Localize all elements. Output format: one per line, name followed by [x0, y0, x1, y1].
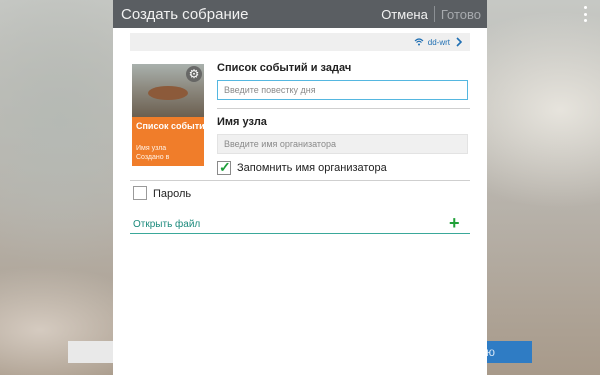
add-file-icon[interactable]: + — [449, 214, 460, 232]
agenda-label: Список событий и задач — [217, 62, 352, 74]
wifi-icon — [414, 38, 424, 46]
gear-icon[interactable]: ⚙ — [186, 66, 202, 82]
overflow-menu-icon[interactable] — [578, 6, 592, 22]
dialog-title: Создать собрание — [121, 5, 249, 23]
action-bar: Создать собрание Отмена Готово — [113, 0, 487, 28]
thumbnail-created: Создано в — [136, 154, 170, 161]
thumbnail-title: Список событи... — [136, 121, 204, 131]
create-meeting-panel: dd-wrt ⚙ Список событи... Имя узла Созда… — [113, 28, 487, 375]
agenda-divider — [217, 108, 470, 109]
section-divider — [130, 180, 470, 181]
done-button[interactable]: Готово — [435, 7, 487, 22]
password-label: Пароль — [153, 188, 192, 200]
meeting-thumbnail[interactable]: ⚙ Список событи... Имя узла Создано в — [132, 64, 204, 166]
cancel-button[interactable]: Отмена — [375, 7, 434, 22]
checkmark-icon: ✓ — [219, 159, 231, 175]
remember-organizer-checkbox[interactable]: ✓ — [217, 159, 231, 175]
node-name-label: Имя узла — [217, 116, 267, 128]
network-bar[interactable]: dd-wrt — [130, 33, 470, 51]
thumbnail-node-name: Имя узла — [136, 145, 167, 152]
network-name: dd-wrt — [427, 37, 450, 47]
open-file-link[interactable]: Открыть файл — [133, 219, 200, 230]
meeting-table-shape — [148, 86, 188, 100]
remember-organizer-label: Запомнить имя организатора — [237, 162, 387, 174]
chevron-right-icon[interactable] — [456, 37, 462, 47]
agenda-input[interactable] — [217, 80, 468, 100]
organizer-name-input[interactable] — [217, 134, 468, 154]
open-file-underline — [130, 233, 470, 234]
password-checkbox[interactable] — [133, 186, 147, 200]
